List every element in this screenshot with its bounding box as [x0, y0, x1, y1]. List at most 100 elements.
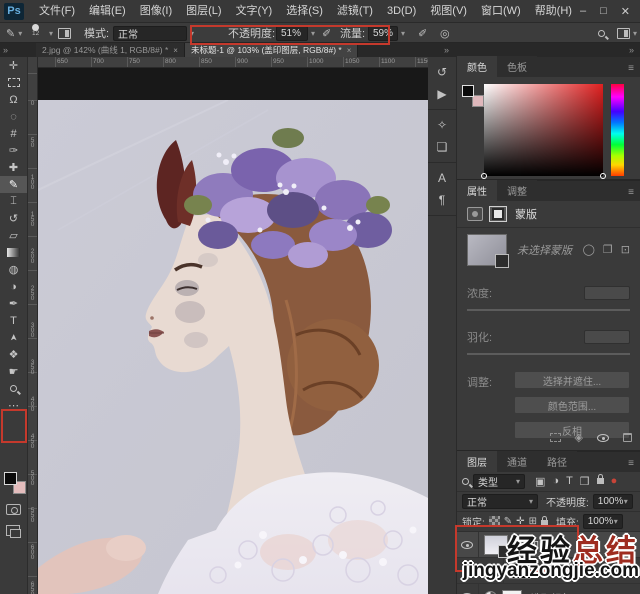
- field-knob[interactable]: [600, 173, 606, 179]
- lock-transparency-icon[interactable]: [489, 516, 500, 527]
- panel-menu-icon[interactable]: ≡: [628, 63, 640, 77]
- search-button[interactable]: [598, 23, 605, 43]
- history-panel-button[interactable]: ↺: [428, 61, 456, 83]
- brush-tool[interactable]: ✎: [0, 176, 27, 193]
- menu-item[interactable]: 视图(V): [423, 0, 474, 23]
- collapse-toolbar-icon[interactable]: »: [3, 45, 7, 55]
- feather-slider[interactable]: [467, 353, 630, 355]
- color-range-button[interactable]: 颜色范围...: [514, 396, 630, 414]
- saturation-brightness-field[interactable]: [484, 84, 603, 176]
- load-selection-icon[interactable]: [550, 433, 561, 442]
- tab-paths[interactable]: 路径: [537, 451, 577, 472]
- character-panel-button[interactable]: A: [428, 167, 456, 189]
- menu-item[interactable]: 窗口(W): [474, 0, 528, 23]
- color-panel-swatches[interactable]: [462, 85, 484, 107]
- foreground-color-swatch[interactable]: [4, 472, 17, 485]
- close-tab-icon[interactable]: ×: [347, 46, 352, 55]
- field-knob[interactable]: [481, 173, 487, 179]
- document-tab-1[interactable]: 2.jpg @ 142% (曲线 1, RGB/8#) * ×: [36, 43, 185, 57]
- type-tool[interactable]: T: [0, 312, 27, 329]
- tab-color[interactable]: 颜色: [457, 56, 497, 77]
- collapse-dock-icon[interactable]: »: [444, 45, 448, 55]
- zoom-tool[interactable]: [0, 380, 27, 397]
- photo-canvas[interactable]: [38, 100, 428, 594]
- eyedropper-tool[interactable]: ✑: [0, 142, 27, 159]
- eraser-tool[interactable]: ▱: [0, 227, 27, 244]
- opacity-select[interactable]: 51% ▾: [276, 23, 315, 43]
- pixel-mask-icon[interactable]: [467, 207, 483, 221]
- tab-layers[interactable]: 图层: [457, 451, 497, 472]
- hand-tool[interactable]: ☛: [0, 363, 27, 380]
- menu-item[interactable]: 图层(L): [179, 0, 228, 23]
- brush-settings-panel-button[interactable]: ✧: [428, 114, 456, 136]
- filter-shape-icon[interactable]: ❒: [580, 475, 590, 488]
- tab-channels[interactable]: 通道: [497, 451, 537, 472]
- menu-item[interactable]: 选择(S): [279, 0, 330, 23]
- tool-preset-picker[interactable]: ✎ ▾: [6, 23, 22, 43]
- quick-mask-button[interactable]: [6, 504, 21, 515]
- document-tab-2[interactable]: 未标题-1 @ 103% (盖印图层, RGB/8#) * ×: [185, 43, 358, 57]
- selected-mask-icon[interactable]: [489, 206, 507, 222]
- panel-menu-icon[interactable]: ≡: [628, 187, 640, 201]
- density-slider[interactable]: [467, 309, 630, 311]
- actions-panel-button[interactable]: ▶: [428, 83, 456, 105]
- smoothing-button[interactable]: ◎: [440, 23, 450, 43]
- rectangular-marquee-tool[interactable]: [0, 74, 27, 91]
- close-button[interactable]: ✕: [621, 5, 630, 18]
- menu-item[interactable]: 图像(I): [133, 0, 179, 23]
- foreground-color-swatch[interactable]: [462, 85, 474, 97]
- selection-from-mask-icon[interactable]: ◯: [583, 243, 595, 256]
- color-swatches[interactable]: [4, 472, 26, 494]
- add-vector-mask-icon[interactable]: ⊡: [621, 243, 630, 256]
- move-tool[interactable]: ✛: [0, 57, 27, 74]
- pen-tool[interactable]: ✒: [0, 295, 27, 312]
- layer-visibility-icon[interactable]: [461, 541, 473, 549]
- layer-blend-mode-select[interactable]: 正常 ▾: [462, 494, 538, 509]
- clone-source-panel-button[interactable]: ❏: [428, 136, 456, 158]
- mask-thumbnail[interactable]: [467, 234, 507, 266]
- layer-name[interactable]: 选取颜色 1: [531, 590, 579, 594]
- canvas-area[interactable]: [38, 68, 428, 594]
- filter-image-icon[interactable]: ▣: [535, 475, 545, 488]
- toggle-brush-panel-button[interactable]: [58, 23, 71, 43]
- filter-adjustment-icon[interactable]: ◑: [552, 475, 559, 488]
- airbrush-button[interactable]: ✐: [418, 23, 427, 43]
- dodge-tool[interactable]: ◑: [0, 278, 27, 295]
- layer-thumbnail[interactable]: [484, 535, 508, 555]
- lasso-tool[interactable]: Ω: [0, 91, 27, 108]
- paragraph-panel-button[interactable]: ¶: [428, 189, 456, 211]
- custom-shape-tool[interactable]: ❖: [0, 346, 27, 363]
- delete-mask-icon[interactable]: [623, 433, 632, 442]
- menu-item[interactable]: 文件(F): [32, 0, 82, 23]
- density-value-box[interactable]: [584, 286, 630, 300]
- opacity-pressure-button[interactable]: ✐: [322, 23, 331, 43]
- workspace-switcher[interactable]: ▾: [617, 23, 637, 43]
- adjustment-mask-thumbnail[interactable]: [502, 590, 522, 594]
- menu-item[interactable]: 3D(D): [380, 0, 423, 23]
- menu-item[interactable]: 编辑(E): [82, 0, 133, 23]
- tab-adjustments[interactable]: 调整: [497, 180, 537, 201]
- filter-smart-object-icon[interactable]: [597, 478, 604, 484]
- filter-kind-select[interactable]: 类型 ▾: [473, 474, 525, 489]
- layer-row-selective-color[interactable]: 选取颜色 1: [457, 584, 640, 594]
- hue-slider[interactable]: [611, 84, 624, 176]
- gradient-tool[interactable]: [0, 244, 27, 261]
- panel-menu-icon[interactable]: ≡: [628, 458, 640, 472]
- disable-mask-icon[interactable]: [597, 434, 609, 442]
- history-brush-tool[interactable]: ↺: [0, 210, 27, 227]
- maximize-button[interactable]: □: [600, 5, 607, 18]
- filter-pin-icon[interactable]: ●: [611, 475, 618, 488]
- blur-tool[interactable]: ◍: [0, 261, 27, 278]
- select-and-mask-button[interactable]: 选择并遮住...: [514, 371, 630, 389]
- brush-picker[interactable]: 12: [32, 24, 39, 44]
- screen-mode-button[interactable]: [6, 525, 20, 536]
- spot-healing-brush-tool[interactable]: ✚: [0, 159, 27, 176]
- tab-swatches[interactable]: 色板: [497, 56, 537, 77]
- menu-item[interactable]: 帮助(H): [528, 0, 579, 23]
- minimize-button[interactable]: –: [580, 5, 586, 18]
- add-pixel-mask-icon[interactable]: ❐: [603, 243, 613, 256]
- tab-properties[interactable]: 属性: [457, 180, 497, 201]
- collapse-panels-icon[interactable]: »: [629, 45, 633, 55]
- menu-item[interactable]: 滤镜(T): [330, 0, 380, 23]
- blend-mode-select[interactable]: 正常 ▾: [113, 23, 194, 43]
